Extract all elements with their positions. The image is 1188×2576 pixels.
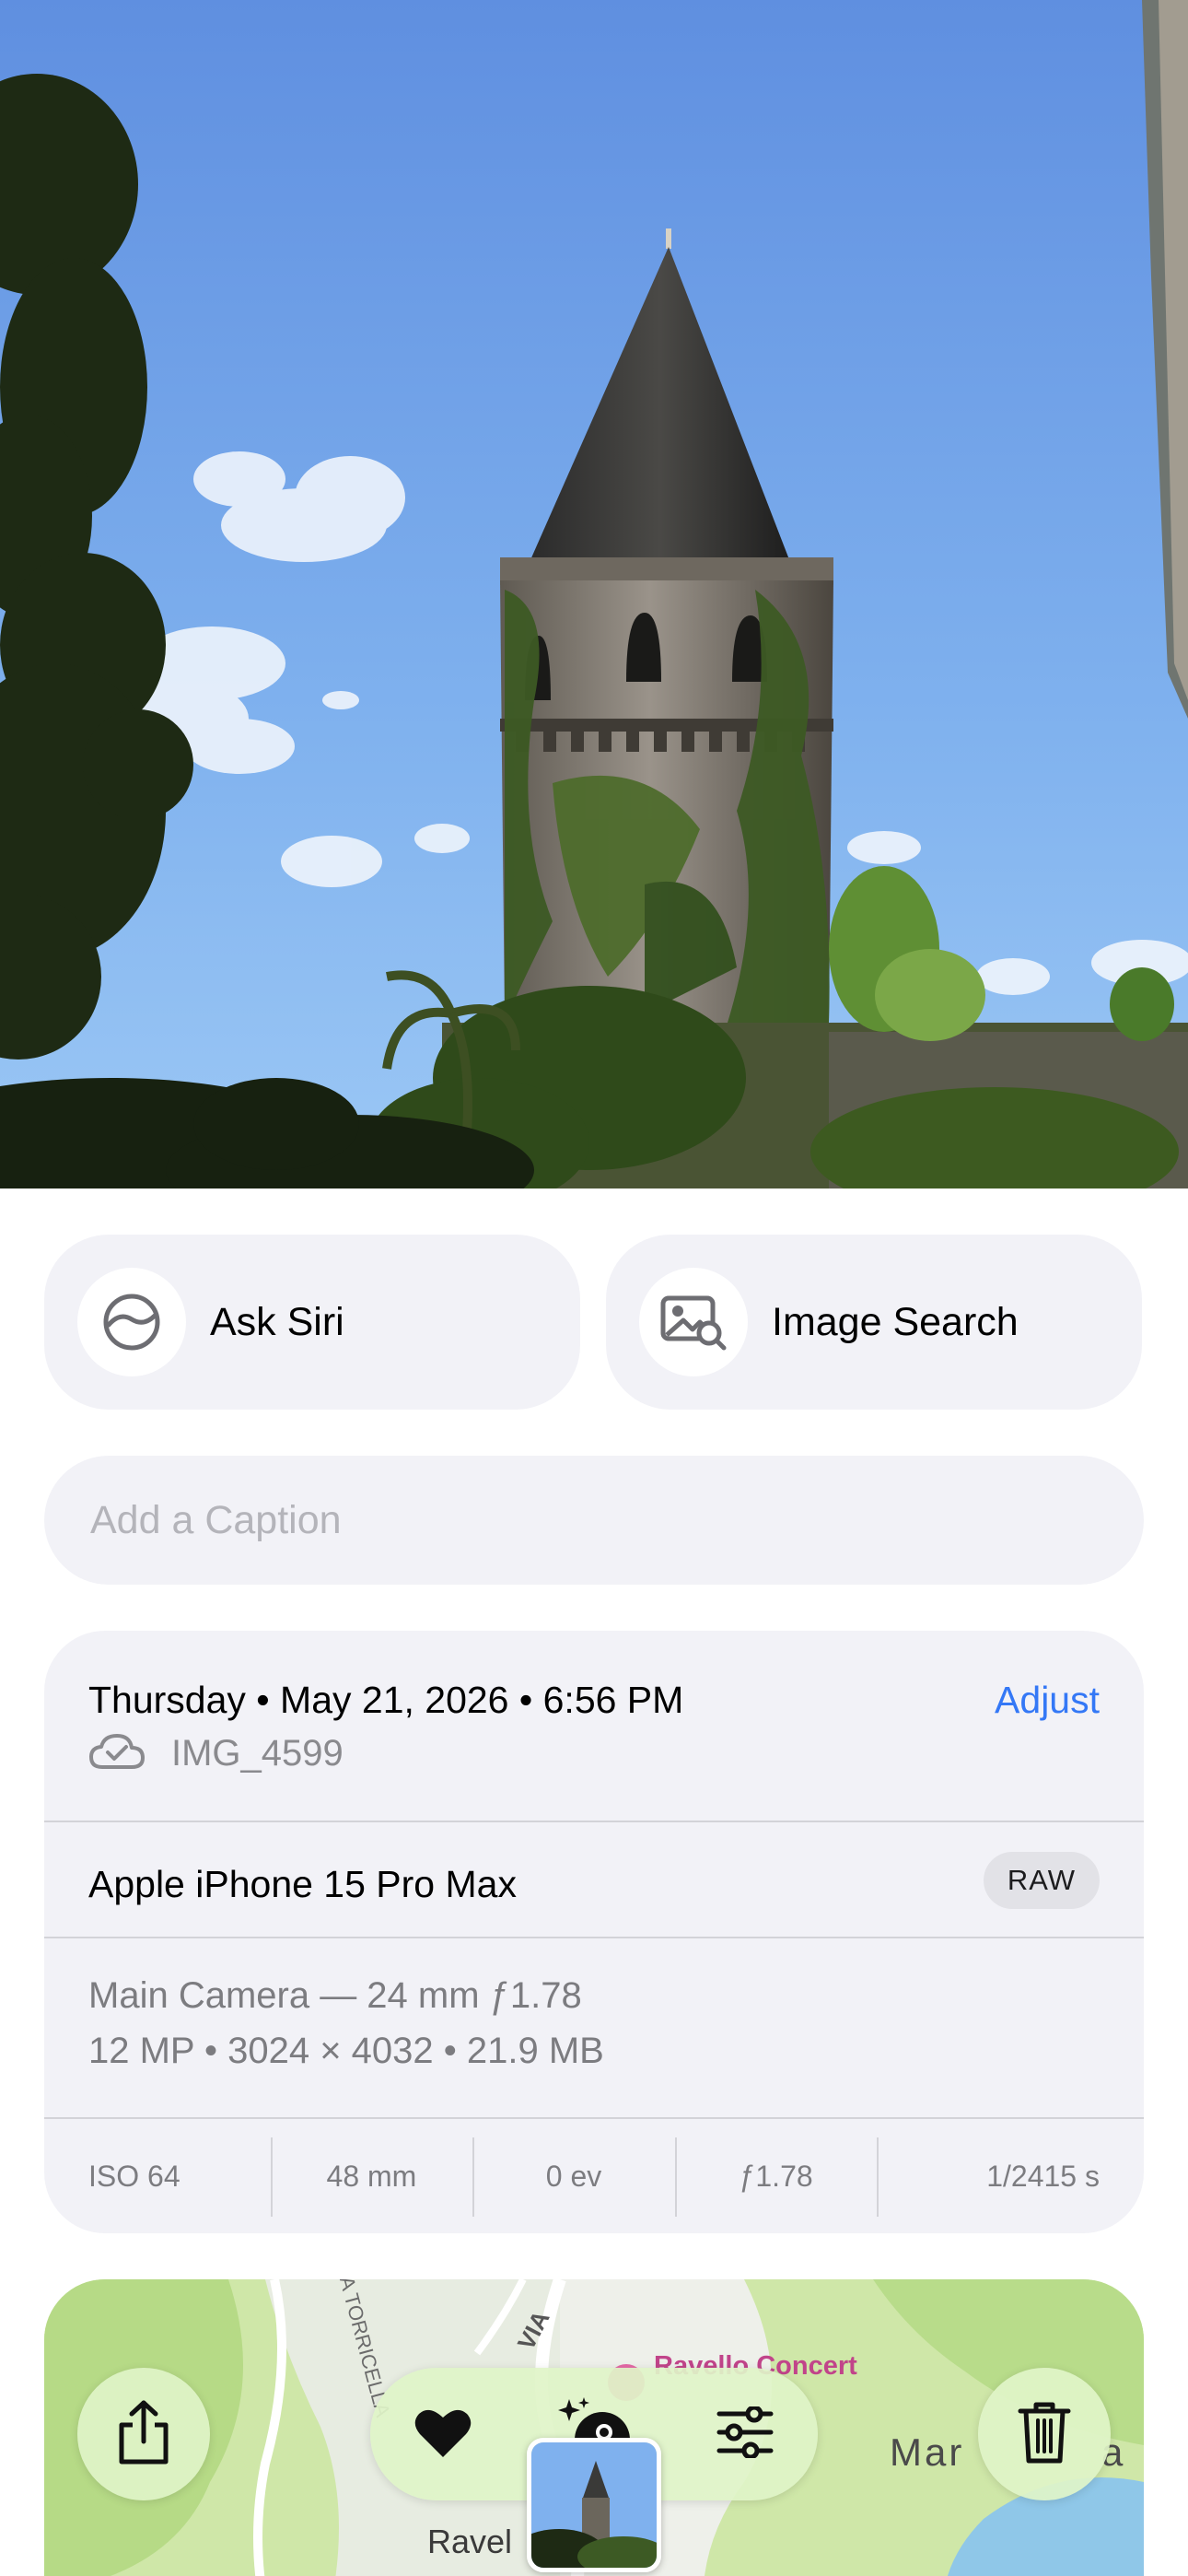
share-icon xyxy=(114,2399,173,2470)
exif-iso: ISO 64 xyxy=(88,2159,181,2193)
image-search-button[interactable]: Image Search xyxy=(606,1235,1142,1410)
image-search-label: Image Search xyxy=(772,1299,1019,1344)
tower-photo xyxy=(0,0,1188,1188)
raw-badge: RAW xyxy=(983,1852,1100,1909)
map-label-town: Ravel xyxy=(427,2523,513,2560)
lens-info: Main Camera — 24 mm ƒ1.78 xyxy=(88,1975,582,2016)
divider xyxy=(44,1821,1144,1822)
sliders-icon xyxy=(716,2405,775,2463)
delete-button[interactable] xyxy=(978,2368,1111,2500)
image-search-icon xyxy=(639,1268,748,1376)
exif-exposure-value: 0 ev xyxy=(472,2137,675,2217)
ask-siri-button[interactable]: Ask Siri xyxy=(44,1235,580,1410)
photo-thumbnail[interactable] xyxy=(527,2438,661,2572)
info-card: Thursday • May 21, 2026 • 6:56 PM Adjust… xyxy=(44,1631,1144,2233)
caption-field[interactable] xyxy=(44,1456,1144,1585)
icloud-checkmark-icon xyxy=(88,1732,146,1775)
favorite-button[interactable] xyxy=(392,2368,494,2500)
capture-date: Thursday • May 21, 2026 • 6:56 PM xyxy=(88,1679,684,1721)
exif-shutter-speed: 1/2415 s xyxy=(877,2137,1144,2217)
image-specs: 12 MP • 3024 × 4032 • 21.9 MB xyxy=(88,2031,604,2071)
divider xyxy=(44,1937,1144,1938)
heart-icon xyxy=(413,2406,472,2464)
ask-siri-label: Ask Siri xyxy=(210,1299,344,1344)
adjust-button[interactable]: Adjust xyxy=(995,1679,1100,1722)
exif-focal-length: 48 mm xyxy=(270,2137,473,2217)
file-name: IMG_4599 xyxy=(171,1733,344,1774)
edit-button[interactable] xyxy=(694,2368,796,2500)
trash-icon xyxy=(1017,2400,1072,2469)
exif-row: ISO 64 48 mm 0 ev ƒ1.78 1/2415 s xyxy=(44,2119,1144,2233)
photo-view[interactable] xyxy=(0,0,1188,1188)
share-button[interactable] xyxy=(77,2368,210,2500)
thumbnail-image xyxy=(531,2442,657,2568)
file-row: IMG_4599 xyxy=(88,1732,344,1775)
device-name: Apple iPhone 15 Pro Max xyxy=(88,1863,517,1905)
exif-aperture: ƒ1.78 xyxy=(674,2137,878,2217)
siri-icon xyxy=(77,1268,186,1376)
map-label-region: Mar xyxy=(890,2430,965,2474)
caption-input[interactable] xyxy=(90,1497,1144,1543)
